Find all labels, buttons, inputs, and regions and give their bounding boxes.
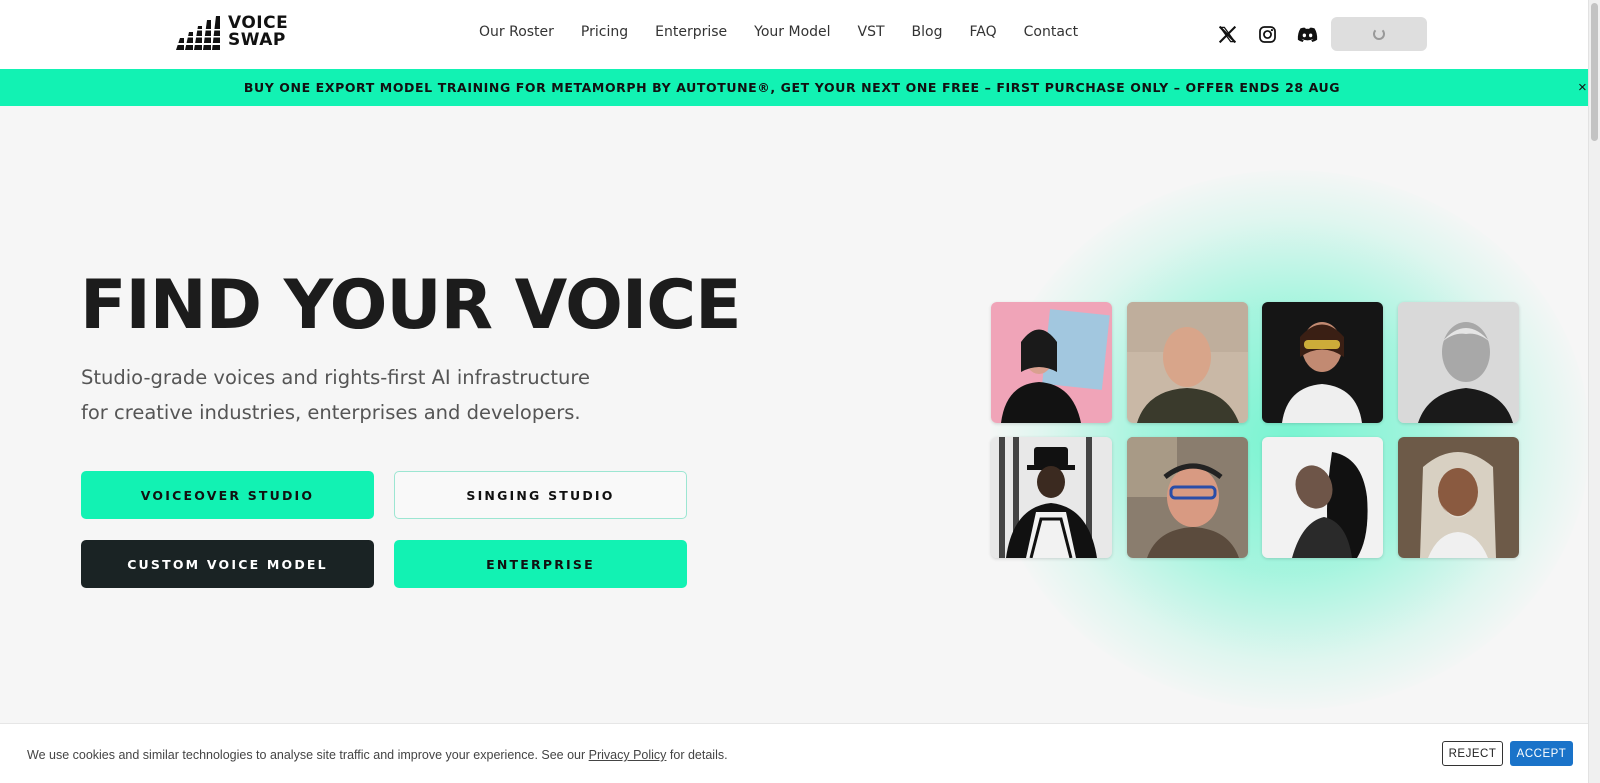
page-scrollbar[interactable] (1588, 0, 1600, 783)
portrait-4[interactable] (1398, 302, 1519, 423)
social-links (1216, 23, 1318, 45)
enterprise-button[interactable]: ENTERPRISE (394, 540, 687, 588)
cookie-text-after: for details. (666, 748, 728, 762)
account-button-loading[interactable] (1331, 17, 1427, 51)
scrollbar-thumb[interactable] (1591, 3, 1598, 141)
logo-text: VOICE SWAP (228, 15, 288, 49)
instagram-icon[interactable] (1256, 23, 1278, 45)
nav-contact[interactable]: Contact (1024, 24, 1078, 40)
portrait-1[interactable] (991, 302, 1112, 423)
nav-faq[interactable]: FAQ (970, 24, 997, 40)
voiceswap-logo[interactable]: VOICE SWAP (176, 15, 298, 51)
portrait-7[interactable] (1262, 437, 1383, 558)
x-icon[interactable] (1216, 23, 1238, 45)
portrait-3[interactable] (1262, 302, 1383, 423)
promo-text[interactable]: BUY ONE EXPORT MODEL TRAINING FOR METAMO… (244, 80, 1340, 95)
close-icon[interactable]: × (1578, 79, 1587, 96)
cookie-banner: We use cookies and similar technologies … (0, 723, 1588, 783)
reject-cookies-button[interactable]: REJECT (1442, 741, 1503, 766)
portrait-5[interactable] (991, 437, 1112, 558)
privacy-policy-link[interactable]: Privacy Policy (589, 748, 667, 762)
custom-voice-model-button[interactable]: CUSTOM VOICE MODEL (81, 540, 374, 588)
singing-studio-button[interactable]: SINGING STUDIO (394, 471, 687, 519)
cookie-text-before: We use cookies and similar technologies … (27, 748, 589, 762)
loading-spinner-icon (1373, 28, 1385, 40)
nav-pricing[interactable]: Pricing (581, 24, 628, 40)
portrait-8[interactable] (1398, 437, 1519, 558)
hero-title: FIND YOUR VOICE (80, 266, 742, 345)
site-header: VOICE SWAP Our Roster Pricing Enterprise… (0, 0, 1588, 69)
nav-your-model[interactable]: Your Model (754, 24, 830, 40)
portrait-6[interactable] (1127, 437, 1248, 558)
portrait-2[interactable] (1127, 302, 1248, 423)
nav-vst[interactable]: VST (858, 24, 885, 40)
cookie-text: We use cookies and similar technologies … (27, 748, 728, 762)
nav-our-roster[interactable]: Our Roster (479, 24, 554, 40)
nav-enterprise[interactable]: Enterprise (655, 24, 727, 40)
promo-banner: BUY ONE EXPORT MODEL TRAINING FOR METAMO… (0, 69, 1600, 106)
logo-line-2: SWAP (228, 30, 286, 50)
accept-cookies-button[interactable]: ACCEPT (1510, 741, 1573, 766)
voiceover-studio-button[interactable]: VOICEOVER STUDIO (81, 471, 374, 519)
discord-icon[interactable] (1296, 23, 1318, 45)
main-nav: Our Roster Pricing Enterprise Your Model… (479, 24, 1105, 40)
hero-subtitle: Studio-grade voices and rights-first AI … (81, 366, 590, 424)
nav-blog[interactable]: Blog (912, 24, 943, 40)
logo-mark-icon (176, 16, 226, 50)
